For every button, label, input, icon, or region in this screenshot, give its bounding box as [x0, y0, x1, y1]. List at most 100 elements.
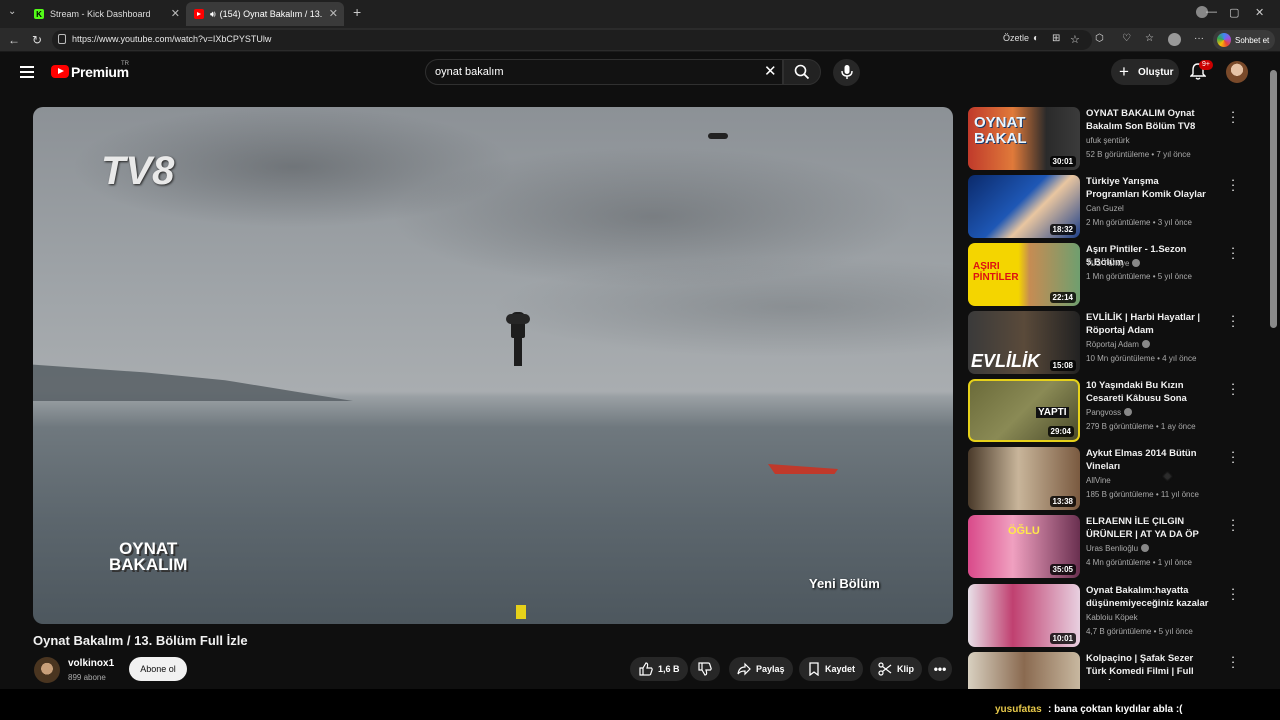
- recommendation-channel[interactable]: Pangvoss: [1086, 408, 1133, 417]
- tab-youtube-video[interactable]: 🔊︎ (154) Oynat Bakalım / 13. Bölü ✕: [186, 2, 344, 26]
- notification-count-badge: 9+: [1199, 60, 1213, 70]
- youtube-logo-icon[interactable]: [51, 65, 69, 78]
- dislike-button[interactable]: [690, 657, 720, 681]
- browser-essentials-icon[interactable]: ♡: [1122, 33, 1131, 44]
- recommendation-title[interactable]: Türkiye Yarışma Programları Komik Olayla…: [1086, 175, 1214, 201]
- video-frame-buoy: [516, 605, 526, 619]
- more-options-icon[interactable]: ···: [1194, 33, 1204, 44]
- recommendation-title[interactable]: 10 Yaşındaki Bu Kızın Cesareti Kâbusu So…: [1086, 379, 1214, 407]
- maximize-icon[interactable]: ▢: [1229, 6, 1239, 19]
- reload-icon[interactable]: ↻: [32, 33, 42, 47]
- more-vertical-icon[interactable]: · · ·: [1228, 582, 1238, 605]
- recommendation-title[interactable]: Kolpaçino | Şafak Sezer Türk Komedi Film…: [1086, 652, 1214, 680]
- minimize-icon[interactable]: —: [1206, 6, 1217, 18]
- subscribe-button[interactable]: Abone ol: [129, 657, 187, 681]
- video-thumbnail[interactable]: 13:38: [968, 447, 1080, 510]
- recommendation-item[interactable]: OYNAT BAKAL 30:01 OYNAT BAKALIM Oynat Ba…: [968, 105, 1248, 172]
- read-aloud-icon[interactable]: ⊞: [1052, 33, 1060, 44]
- channel-avatar[interactable]: [34, 657, 60, 683]
- tab-kick-dashboard[interactable]: K Stream - Kick Dashboard ✕: [26, 2, 186, 26]
- share-button[interactable]: Paylaş: [729, 657, 793, 681]
- more-vertical-icon[interactable]: · · ·: [1228, 241, 1238, 264]
- recommendation-channel[interactable]: Uras Benlioğlu: [1086, 544, 1150, 553]
- show-logo: OYNAT BAKALIM: [109, 539, 188, 574]
- site-info-icon[interactable]: [58, 34, 66, 44]
- recommendation-item[interactable]: YAPTI 29:04 10 Yaşındaki Bu Kızın Cesare…: [968, 377, 1248, 444]
- recommendation-item[interactable]: 18:32 Türkiye Yarışma Programları Komik …: [968, 173, 1248, 240]
- create-button[interactable]: + Oluştur: [1111, 59, 1179, 85]
- thumbnail-text: EVLİLİK: [971, 351, 1041, 371]
- recommendation-meta: 52 B görüntüleme • 7 yıl önce: [1086, 150, 1191, 159]
- video-frame-jetpack-person: [506, 312, 530, 366]
- speaker-icon[interactable]: 🔊︎: [210, 9, 216, 20]
- recommendation-channel[interactable]: ufuk şentürk: [1086, 136, 1130, 145]
- recommendation-meta: 10 Mn görüntüleme • 4 yıl önce: [1086, 354, 1197, 363]
- close-window-icon[interactable]: ✕: [1255, 6, 1264, 19]
- recommendation-channel[interactable]: Röportaj Adam: [1086, 340, 1150, 349]
- address-bar[interactable]: https://www.youtube.com/watch?v=IXbCPYST…: [52, 30, 1092, 50]
- recommendation-item[interactable]: Kolpaçino | Şafak Sezer Türk Komedi Film…: [968, 652, 1248, 689]
- search-button[interactable]: [783, 59, 821, 85]
- summarize-button[interactable]: Özetle: [1003, 33, 1029, 43]
- account-avatar[interactable]: [1168, 33, 1181, 46]
- save-button[interactable]: Kaydet: [799, 657, 863, 681]
- close-tab-icon[interactable]: ✕: [171, 7, 180, 20]
- more-vertical-icon[interactable]: · · ·: [1228, 513, 1238, 536]
- recommendation-channel[interactable]: TLC Türkiye: [1086, 259, 1141, 268]
- recommendation-channel[interactable]: Can Guzel: [1086, 204, 1124, 213]
- search-box[interactable]: oynat bakalım: [425, 59, 783, 85]
- video-thumbnail[interactable]: EVLİLİK 15:08: [968, 311, 1080, 374]
- close-tab-icon[interactable]: ✕: [329, 7, 338, 20]
- more-vertical-icon[interactable]: · · ·: [1228, 652, 1238, 673]
- video-thumbnail[interactable]: AŞIRI PİNTİLER 22:14: [968, 243, 1080, 306]
- video-duration: 13:38: [1049, 496, 1076, 507]
- tab-list-chevron-icon[interactable]: ⌄: [8, 6, 16, 17]
- recommendation-title[interactable]: ELRAENN İLE ÇILGIN ÜRÜNLER | AT YA DA ÖP: [1086, 515, 1214, 541]
- channel-name[interactable]: volkinox1: [68, 658, 114, 669]
- back-icon[interactable]: ←: [8, 33, 20, 47]
- recommendation-item[interactable]: 13:38 Aykut Elmas 2014 Bütün Vineları Al…: [968, 445, 1248, 512]
- menu-icon[interactable]: [20, 66, 34, 78]
- video-duration: 15:08: [1049, 360, 1076, 371]
- recommendation-channel[interactable]: Kabloiu Köpek: [1086, 613, 1138, 622]
- recommendation-item[interactable]: EVLİLİK 15:08 EVLİLİK | Harbi Hayatlar |…: [968, 309, 1248, 376]
- more-vertical-icon[interactable]: · · ·: [1228, 377, 1238, 400]
- video-thumbnail[interactable]: OYNAT BAKAL 30:01: [968, 107, 1080, 170]
- chat-button[interactable]: Sohbet et: [1213, 30, 1275, 50]
- video-thumbnail[interactable]: [968, 652, 1080, 689]
- recommendation-title[interactable]: OYNAT BAKALIM Oynat Bakalım Son Bölüm TV…: [1086, 107, 1214, 133]
- video-thumbnail[interactable]: ÖĞLU 35:05: [968, 515, 1080, 578]
- new-tab-icon[interactable]: +: [353, 4, 361, 20]
- reading-view-icon[interactable]: ◐: [1033, 33, 1039, 44]
- clear-search-icon[interactable]: ✕: [764, 62, 777, 80]
- scrollbar-thumb[interactable]: [1270, 70, 1277, 328]
- more-vertical-icon[interactable]: · · ·: [1228, 173, 1238, 196]
- collections-icon[interactable]: ☆: [1145, 33, 1154, 44]
- recommendation-item[interactable]: ÖĞLU 35:05 ELRAENN İLE ÇILGIN ÜRÜNLER | …: [968, 513, 1248, 580]
- user-avatar[interactable]: [1226, 61, 1248, 83]
- url-text: https://www.youtube.com/watch?v=IXbCPYST…: [72, 34, 272, 44]
- clip-button[interactable]: Klip: [870, 657, 922, 681]
- recommendation-title[interactable]: Oynat Bakalım:hayatta düşünemiyeceğiniz …: [1086, 584, 1214, 610]
- extensions-icon[interactable]: ⬡: [1095, 33, 1104, 44]
- recommendation-item[interactable]: AŞIRI PİNTİLER 22:14 Aşırı Pintiler - 1.…: [968, 241, 1248, 308]
- video-thumbnail[interactable]: 10:01: [968, 584, 1080, 647]
- like-count: 1,6 B: [658, 664, 680, 674]
- recommendation-meta: 4 Mn görüntüleme • 1 yıl önce: [1086, 558, 1192, 567]
- recommendation-channel[interactable]: AllVine: [1086, 476, 1111, 485]
- favorite-star-icon[interactable]: ☆: [1070, 33, 1080, 46]
- more-vertical-icon[interactable]: · · ·: [1228, 105, 1238, 128]
- recommendation-title[interactable]: Aykut Elmas 2014 Bütün Vineları: [1086, 447, 1214, 473]
- video-thumbnail[interactable]: YAPTI 29:04: [968, 379, 1080, 442]
- recommendation-item[interactable]: 10:01 Oynat Bakalım:hayatta düşünemiyece…: [968, 582, 1248, 649]
- like-button[interactable]: 1,6 B: [630, 657, 688, 681]
- more-actions-button[interactable]: •••: [928, 657, 952, 681]
- search-input[interactable]: oynat bakalım: [435, 66, 503, 78]
- more-vertical-icon[interactable]: · · ·: [1228, 309, 1238, 332]
- stream-watermark-logo: ✦: [1162, 469, 1173, 484]
- recommendation-title[interactable]: EVLİLİK | Harbi Hayatlar | Röportaj Adam: [1086, 311, 1214, 337]
- video-thumbnail[interactable]: 18:32: [968, 175, 1080, 238]
- more-vertical-icon[interactable]: · · ·: [1228, 445, 1238, 468]
- voice-search-button[interactable]: [833, 59, 860, 86]
- video-player[interactable]: TV8 OYNAT BAKALIM Yeni Bölüm: [33, 107, 953, 624]
